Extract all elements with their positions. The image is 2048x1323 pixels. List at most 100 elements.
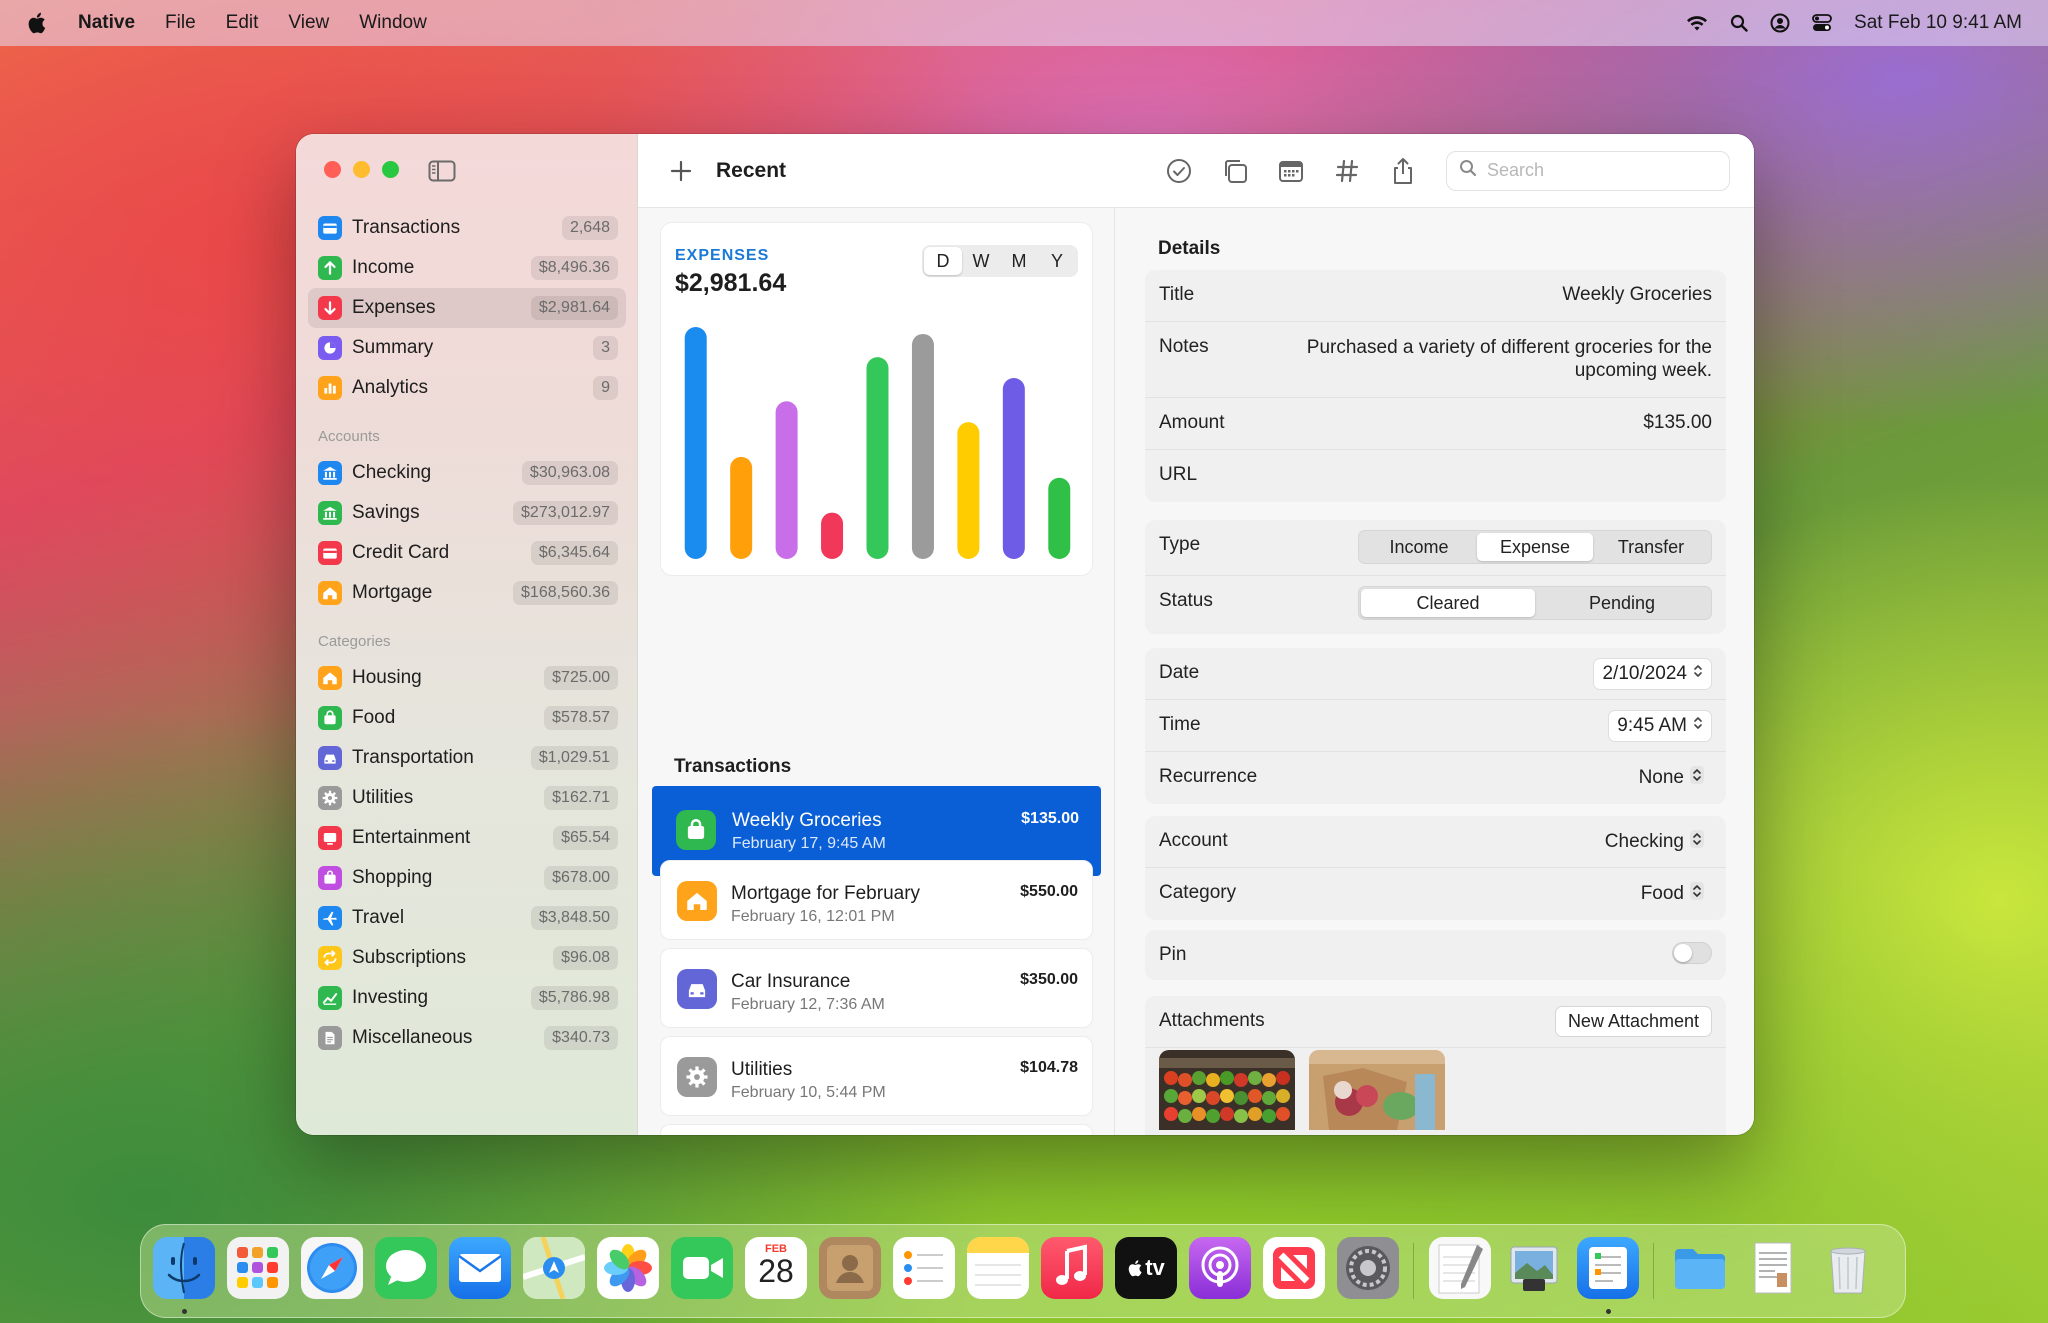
- spotlight-icon[interactable]: [1730, 14, 1748, 32]
- user-icon[interactable]: [1770, 13, 1790, 33]
- transaction-row[interactable]: Car Insurance February 12, 7:36 AM $350.00: [660, 948, 1093, 1028]
- status-cleared[interactable]: Cleared: [1361, 589, 1535, 617]
- recurrence-popup[interactable]: None: [1631, 762, 1712, 794]
- sidebar-item-transactions[interactable]: Transactions 2,648: [308, 208, 626, 248]
- bank-icon: [318, 501, 342, 525]
- menu-app-name[interactable]: Native: [78, 12, 135, 34]
- amount-value[interactable]: $135.00: [1643, 398, 1712, 434]
- zoom-button[interactable]: [382, 161, 399, 178]
- details-heading: Details: [1158, 238, 1221, 259]
- menu-clock[interactable]: Sat Feb 10 9:41 AM: [1854, 12, 2022, 34]
- sidebar-item-food[interactable]: Food $578.57: [308, 698, 626, 738]
- title-value[interactable]: Weekly Groceries: [1562, 270, 1712, 306]
- sidebar-item-utilities[interactable]: Utilities $162.71: [308, 778, 626, 818]
- menu-file[interactable]: File: [165, 12, 196, 34]
- reminders-icon[interactable]: [893, 1237, 955, 1299]
- sidebar-item-subscriptions[interactable]: Subscriptions $96.08: [308, 938, 626, 978]
- calendar-icon[interactable]: [1278, 158, 1304, 184]
- notes-icon[interactable]: [967, 1237, 1029, 1299]
- title-row[interactable]: Title Weekly Groceries: [1145, 270, 1726, 322]
- recurrence-label: Recurrence: [1159, 766, 1258, 787]
- sidebar-item-housing[interactable]: Housing $725.00: [308, 658, 626, 698]
- sidebar-toggle-icon[interactable]: [428, 160, 456, 187]
- transaction-row[interactable]: Mortgage for February February 16, 12:01 …: [660, 860, 1093, 940]
- settings-icon[interactable]: [1337, 1237, 1399, 1299]
- chart-bar: [866, 357, 889, 559]
- attachment-thumbnail-produce[interactable]: [1159, 1050, 1295, 1130]
- popup-chevron-icon: [1690, 882, 1704, 906]
- calendar-app-icon[interactable]: FEB 28: [745, 1237, 807, 1299]
- tv-app-icon[interactable]: tv: [1115, 1237, 1177, 1299]
- contacts-icon[interactable]: [819, 1237, 881, 1299]
- sidebar-item-expenses[interactable]: Expenses $2,981.64: [308, 288, 626, 328]
- time-picker[interactable]: 9:45 AM: [1608, 710, 1712, 742]
- sidebar-item-income[interactable]: Income $8,496.36: [308, 248, 626, 288]
- sidebar-item-mortgage[interactable]: Mortgage $168,560.36: [308, 573, 626, 613]
- notes-value[interactable]: Purchased a variety of different groceri…: [1307, 322, 1712, 382]
- sidebar-item-entertainment[interactable]: Entertainment $65.54: [308, 818, 626, 858]
- sidebar-item-summary[interactable]: Summary 3: [308, 328, 626, 368]
- sidebar-item-transportation[interactable]: Transportation $1,029.51: [308, 738, 626, 778]
- messages-icon[interactable]: [375, 1237, 437, 1299]
- account-popup[interactable]: Checking: [1597, 826, 1712, 858]
- duplicate-icon[interactable]: [1222, 158, 1248, 184]
- sidebar-item-analytics[interactable]: Analytics 9: [308, 368, 626, 408]
- hashtag-icon[interactable]: [1334, 158, 1360, 184]
- preview-icon[interactable]: [1503, 1237, 1565, 1299]
- transaction-date: February 12, 7:36 AM: [731, 996, 885, 1013]
- menu-window[interactable]: Window: [359, 12, 427, 34]
- menu-view[interactable]: View: [288, 12, 329, 34]
- podcasts-icon[interactable]: [1189, 1237, 1251, 1299]
- trash-icon[interactable]: [1817, 1237, 1879, 1299]
- apple-icon[interactable]: [26, 11, 48, 35]
- sidebar-item-savings[interactable]: Savings $273,012.97: [308, 493, 626, 533]
- sidebar-item-credit-card[interactable]: Credit Card $6,345.64: [308, 533, 626, 573]
- house-icon: [318, 581, 342, 605]
- type-transfer[interactable]: Transfer: [1593, 533, 1709, 561]
- sidebar-item-label: Transactions: [352, 217, 461, 238]
- sidebar-item-travel[interactable]: Travel $3,848.50: [308, 898, 626, 938]
- launchpad-icon[interactable]: [227, 1237, 289, 1299]
- sidebar-item-checking[interactable]: Checking $30,963.08: [308, 453, 626, 493]
- safari-icon[interactable]: [301, 1237, 363, 1299]
- url-row[interactable]: URL: [1145, 450, 1726, 502]
- folder-icon[interactable]: [1669, 1237, 1731, 1299]
- music-icon[interactable]: [1041, 1237, 1103, 1299]
- maps-icon[interactable]: [523, 1237, 585, 1299]
- date-picker[interactable]: 2/10/2024: [1593, 658, 1712, 690]
- date-row: Date 2/10/2024: [1145, 648, 1726, 700]
- facetime-icon[interactable]: [671, 1237, 733, 1299]
- pin-toggle[interactable]: [1672, 942, 1712, 964]
- sidebar-item-miscellaneous[interactable]: Miscellaneous $340.73: [308, 1018, 626, 1058]
- menu-edit[interactable]: Edit: [226, 12, 259, 34]
- status-pending[interactable]: Pending: [1535, 589, 1709, 617]
- type-income[interactable]: Income: [1361, 533, 1477, 561]
- amount-row[interactable]: Amount $135.00: [1145, 398, 1726, 450]
- sidebar-item-badge: $96.08: [553, 946, 618, 970]
- type-expense[interactable]: Expense: [1477, 533, 1593, 561]
- minimize-button[interactable]: [353, 161, 370, 178]
- category-popup[interactable]: Food: [1633, 878, 1712, 910]
- photos-icon[interactable]: [597, 1237, 659, 1299]
- document-icon[interactable]: [1743, 1237, 1805, 1299]
- finder-icon[interactable]: [153, 1237, 215, 1299]
- details-panel: Details Title Weekly Groceries Notes Pur…: [1115, 208, 1754, 1135]
- close-button[interactable]: [324, 161, 341, 178]
- sidebar-item-investing[interactable]: Investing $5,786.98: [308, 978, 626, 1018]
- new-attachment-button[interactable]: New Attachment: [1554, 1006, 1712, 1037]
- add-icon[interactable]: [668, 158, 694, 184]
- control-center-icon[interactable]: [1812, 14, 1832, 32]
- checkmark-circle-icon[interactable]: [1166, 158, 1192, 184]
- textedit-icon[interactable]: [1429, 1237, 1491, 1299]
- news-icon[interactable]: [1263, 1237, 1325, 1299]
- notes-row[interactable]: Notes Purchased a variety of different g…: [1145, 322, 1726, 398]
- share-icon[interactable]: [1390, 157, 1416, 184]
- mail-icon[interactable]: [449, 1237, 511, 1299]
- attachment-thumbnail-bag[interactable]: [1309, 1050, 1445, 1130]
- sidebar-item-shopping[interactable]: Shopping $678.00: [308, 858, 626, 898]
- search-field[interactable]: Search: [1446, 150, 1730, 191]
- transaction-row[interactable]: Cinema TicketsFebruary 9, 6:25 PM$18.50: [660, 1124, 1093, 1135]
- native-app-icon[interactable]: [1577, 1237, 1639, 1299]
- transaction-row[interactable]: Utilities February 10, 5:44 PM $104.78: [660, 1036, 1093, 1116]
- wifi-icon[interactable]: [1686, 14, 1708, 32]
